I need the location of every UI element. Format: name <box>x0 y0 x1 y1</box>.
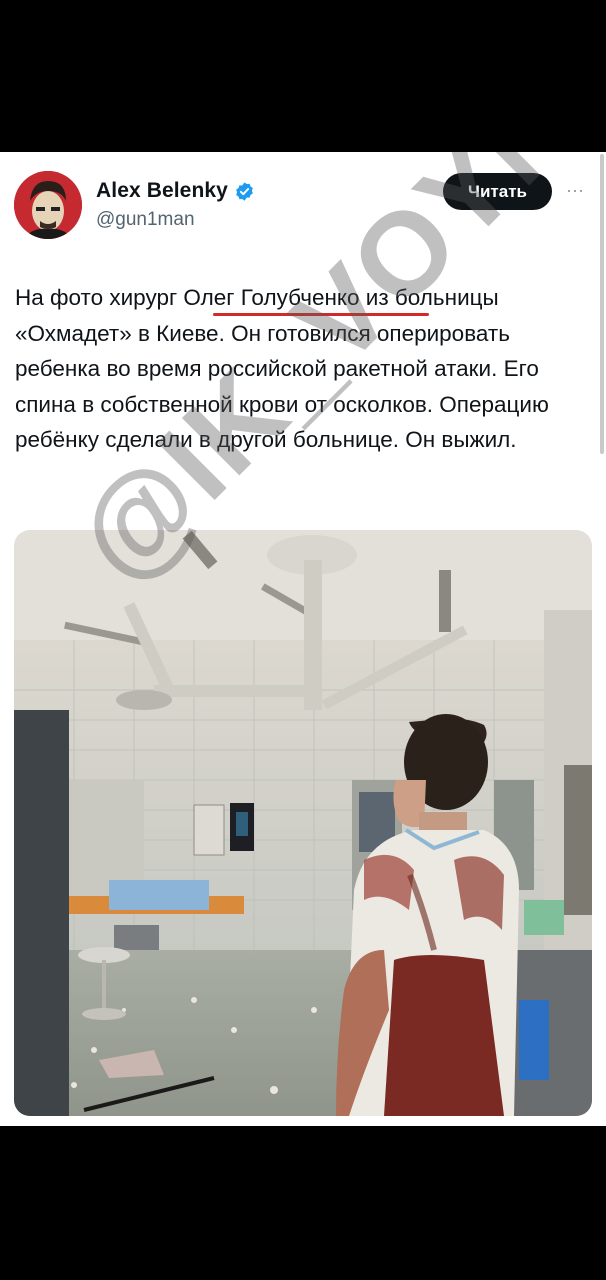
top-black-bar <box>0 0 606 152</box>
author-handle[interactable]: @gun1man <box>96 209 195 231</box>
red-underline-annotation <box>213 313 429 316</box>
author-row: Alex Belenky <box>96 179 255 203</box>
avatar[interactable] <box>14 171 82 239</box>
more-options-icon[interactable]: ··· <box>566 180 584 201</box>
tweet-photo[interactable] <box>14 530 592 1116</box>
follow-button[interactable]: Читать <box>443 173 552 210</box>
tweet-card: Alex Belenky @gun1man Читать ··· На фото… <box>0 152 606 1126</box>
scrollbar[interactable] <box>600 154 604 454</box>
avatar-portrait-icon <box>14 171 82 239</box>
photo-operating-room-icon <box>14 530 592 1116</box>
verified-badge-icon <box>236 181 253 201</box>
tweet-text: На фото хирург Олег Голубченко из больни… <box>15 285 549 452</box>
bottom-black-bar <box>0 1126 606 1280</box>
author-name[interactable]: Alex Belenky <box>96 179 228 203</box>
